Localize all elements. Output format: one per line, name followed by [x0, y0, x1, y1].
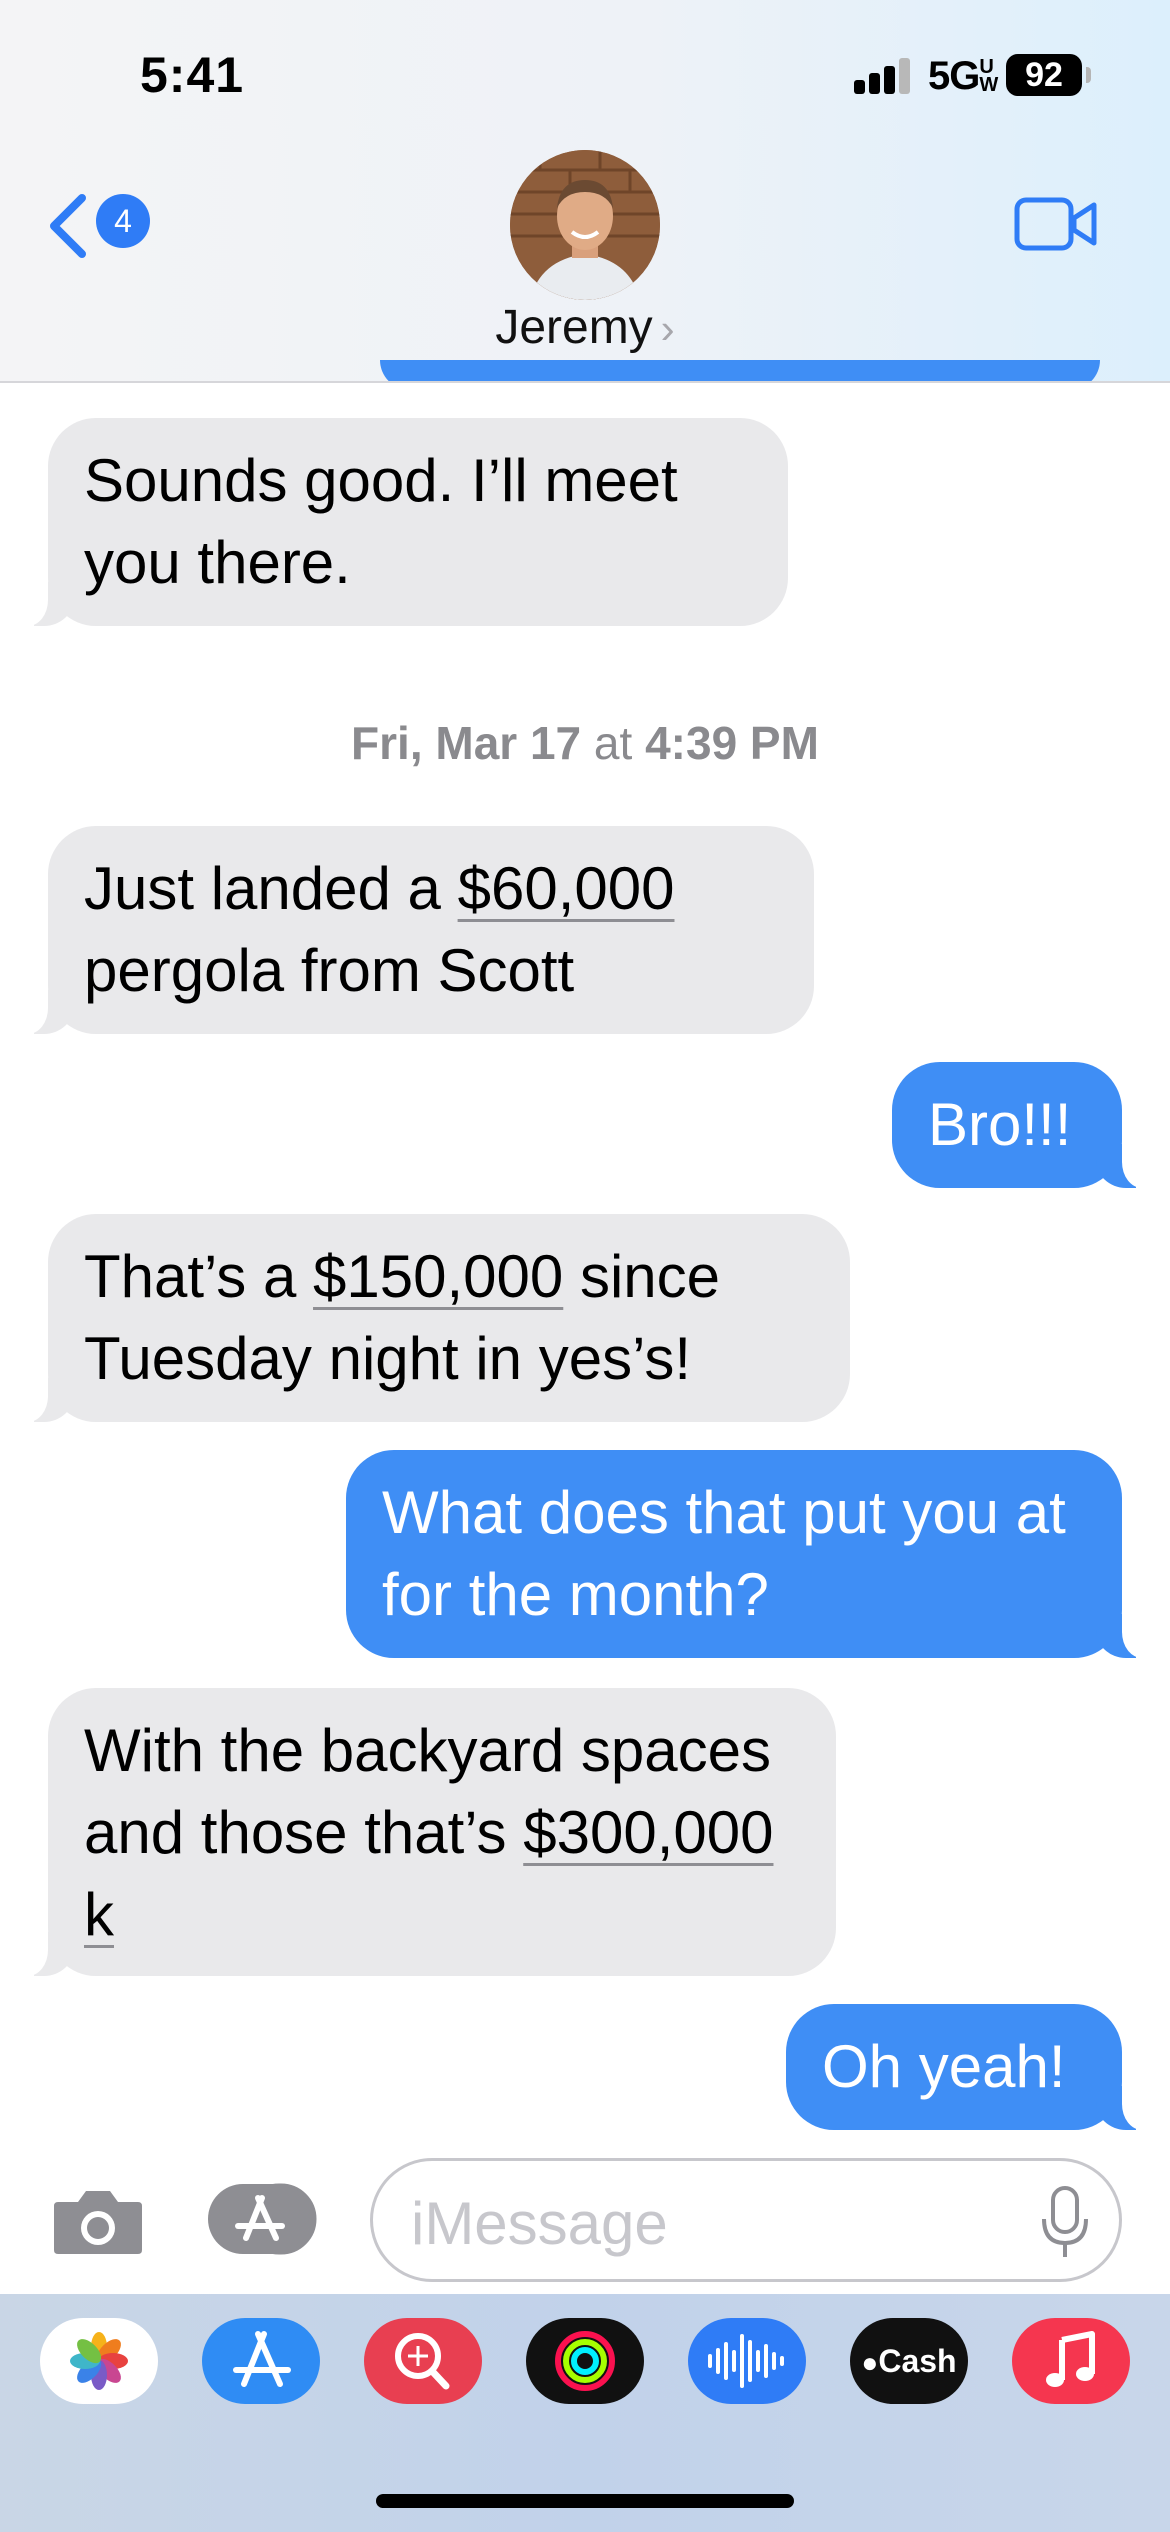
outgoing-message[interactable]: Bro!!!	[892, 1062, 1150, 1188]
back-chevron-icon	[50, 194, 86, 258]
outgoing-message[interactable]: What does that put you at for the month?	[346, 1450, 1150, 1658]
contact-name[interactable]: Jeremy ›	[0, 300, 1170, 355]
timestamp: Fri, Mar 17 at 4:39 PM	[351, 717, 819, 769]
search-images-icon[interactable]	[364, 2318, 482, 2404]
back-button[interactable]: 4	[44, 186, 154, 266]
camera-icon[interactable]	[52, 2186, 144, 2256]
video-camera-icon[interactable]	[1014, 196, 1098, 252]
message-input[interactable]: iMessage	[370, 2158, 1122, 2282]
money-link[interactable]: $60,000	[458, 855, 675, 922]
network-indicator: 5GUW	[928, 54, 998, 98]
battery-nub	[1086, 67, 1091, 83]
unread-badge: 4	[96, 194, 150, 248]
fitness-icon[interactable]	[526, 2318, 644, 2404]
photos-icon[interactable]	[40, 2318, 158, 2404]
previous-message-bubble	[380, 360, 1100, 381]
battery-indicator: 92	[1006, 54, 1082, 96]
message-placeholder: iMessage	[411, 2190, 668, 2257]
apple-cash-icon[interactable]: ●Cash	[850, 2318, 968, 2404]
chevron-right-icon: ›	[660, 305, 675, 352]
home-indicator[interactable]	[376, 2494, 794, 2508]
app-store-icon[interactable]	[202, 2318, 320, 2404]
microphone-icon[interactable]	[1039, 2185, 1091, 2261]
incoming-message[interactable]: With the backyard spaces and those that’…	[20, 1688, 836, 1976]
apple-logo-icon: ●	[861, 2347, 879, 2378]
incoming-message[interactable]: That’s a $150,000 since Tuesday night in…	[20, 1214, 850, 1422]
apps-button-icon[interactable]	[206, 2182, 318, 2256]
avatar[interactable]	[510, 150, 660, 300]
signal-strength-icon	[854, 58, 912, 94]
audio-message-icon[interactable]	[688, 2318, 806, 2404]
outgoing-message[interactable]: Oh yeah!	[786, 2004, 1150, 2130]
music-icon[interactable]	[1012, 2318, 1130, 2404]
money-link[interactable]: $150,000	[313, 1243, 563, 1310]
conversation-header: 5:41 5GUW 92 4 Jeremy ›	[0, 0, 1170, 383]
incoming-message[interactable]: Just landed a $60,000 pergola from Scott	[20, 826, 814, 1034]
incoming-message[interactable]: Sounds good. I’ll meet you there.	[20, 418, 788, 626]
status-time: 5:41	[140, 47, 245, 103]
